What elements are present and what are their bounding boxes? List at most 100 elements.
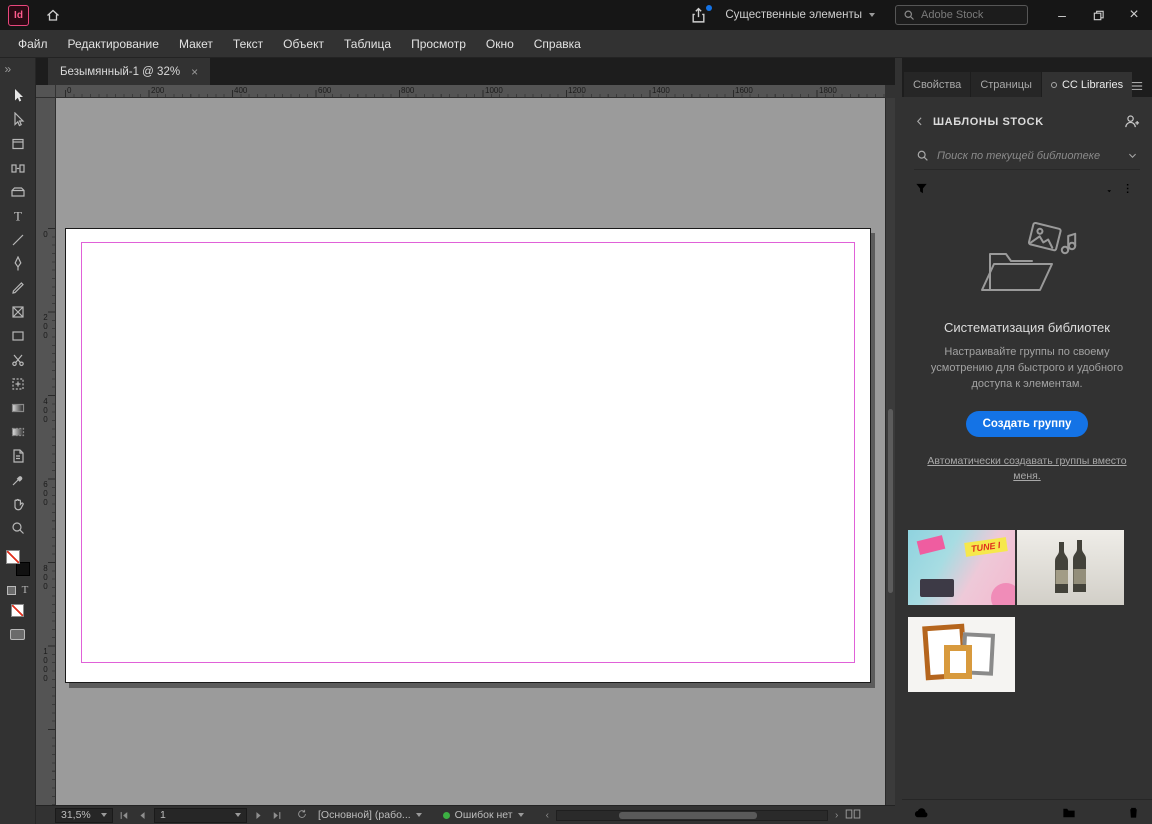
selection-tool[interactable] [0, 84, 36, 108]
menu-type[interactable]: Текст [223, 37, 273, 51]
gradient-swatch-tool[interactable] [0, 396, 36, 420]
vertical-scrollbar[interactable] [885, 98, 895, 805]
line-tool[interactable] [0, 228, 36, 252]
home-button[interactable] [45, 7, 61, 23]
cloud-sync-icon[interactable] [913, 805, 930, 820]
stock-template-thumbnail[interactable] [1017, 530, 1124, 605]
new-group-folder-icon[interactable] [1061, 805, 1077, 820]
menu-file[interactable]: Файл [8, 37, 58, 51]
scrollbar-thumb[interactable] [619, 812, 757, 819]
stock-template-thumbnail[interactable]: TUNE I [908, 530, 1015, 605]
note-tool[interactable] [0, 444, 36, 468]
preflight-ok-dot-icon [443, 812, 450, 819]
ruler-label: 1200 [568, 86, 586, 95]
vertical-ruler[interactable]: 0 200 400 600 800 1000 [36, 98, 56, 805]
list-view-icon[interactable] [1125, 181, 1140, 196]
pen-tool[interactable] [0, 252, 36, 276]
eyedropper-icon [10, 472, 26, 488]
tab-pages[interactable]: Страницы [971, 72, 1041, 97]
last-page-button[interactable] [270, 808, 283, 823]
sort-order-icon[interactable] [1098, 181, 1113, 196]
chevron-down-icon [518, 813, 524, 817]
page-number-combo[interactable]: 1 [154, 808, 247, 823]
tab-cc-libraries[interactable]: CC Libraries [1042, 72, 1132, 97]
fill-swatch[interactable] [6, 550, 20, 564]
menu-table[interactable]: Таблица [334, 37, 401, 51]
document-page[interactable] [65, 228, 871, 683]
next-page-button[interactable] [252, 808, 265, 823]
chevron-down-icon [869, 13, 875, 17]
scissors-tool[interactable] [0, 348, 36, 372]
indesign-logo-icon: Id [8, 5, 29, 26]
previous-page-button[interactable] [136, 808, 149, 823]
expand-panels-button[interactable]: » [0, 58, 36, 80]
scrollbar-thumb[interactable] [888, 409, 893, 593]
invite-person-icon[interactable] [1123, 113, 1140, 130]
stock-template-thumbnail[interactable] [908, 617, 1015, 692]
menu-edit[interactable]: Редактирование [58, 37, 169, 51]
content-collector-tool[interactable] [0, 180, 36, 204]
tab-properties[interactable]: Свойства [904, 72, 970, 97]
minimize-button[interactable]: – [1044, 0, 1080, 30]
fill-stroke-swatches[interactable] [6, 550, 30, 576]
menu-window[interactable]: Окно [476, 37, 524, 51]
pasteboard-canvas[interactable] [56, 98, 885, 805]
screen-mode-button[interactable] [10, 629, 25, 640]
zoom-tool[interactable] [0, 516, 36, 540]
ruler-label: 800 [401, 86, 414, 95]
add-element-icon[interactable] [1094, 805, 1109, 820]
menu-help[interactable]: Справка [524, 37, 591, 51]
type-tool[interactable]: T [0, 204, 36, 228]
close-button[interactable]: × [1116, 0, 1152, 30]
direct-selection-tool[interactable] [0, 108, 36, 132]
rectangle-tool[interactable] [0, 324, 36, 348]
preflight-profile-dropdown[interactable]: [Основной] (рабо... [313, 808, 427, 823]
zoom-level-combo[interactable]: 31,5% [55, 808, 113, 823]
spread-view-button[interactable] [845, 808, 861, 823]
bottles-image [1017, 530, 1124, 605]
workspace-switcher[interactable]: Существенные элементы [725, 9, 875, 21]
margin-guides [81, 242, 855, 663]
formatting-affects-text-icon[interactable]: T [22, 584, 29, 596]
back-chevron-icon[interactable] [914, 115, 926, 128]
tab-close-icon[interactable]: × [191, 65, 198, 79]
first-page-button[interactable] [118, 808, 131, 823]
library-panel-body: ШАБЛОНЫ STOCK Поиск по текущей библиотек… [902, 97, 1152, 799]
menu-object[interactable]: Объект [273, 37, 334, 51]
create-group-button[interactable]: Создать группу [966, 411, 1089, 437]
panel-divider[interactable] [895, 58, 902, 824]
hand-tool[interactable] [0, 492, 36, 516]
formatting-affects-container-icon[interactable] [7, 586, 16, 595]
horizontal-ruler[interactable]: 0 200 400 600 800 1000 1200 1400 1600 18… [56, 85, 885, 98]
menu-layout[interactable]: Макет [169, 37, 223, 51]
menu-view[interactable]: Просмотр [401, 37, 476, 51]
page-tool[interactable] [0, 132, 36, 156]
free-transform-tool[interactable] [0, 372, 36, 396]
library-search-input[interactable]: Поиск по текущей библиотеке [914, 142, 1140, 170]
restore-button[interactable] [1080, 0, 1116, 30]
scroll-left-button[interactable]: ‹ [544, 810, 551, 821]
spread-view-icon [845, 808, 861, 820]
apply-none-button[interactable] [11, 604, 24, 617]
gap-tool[interactable] [0, 156, 36, 180]
document-tab[interactable]: Безымянный-1 @ 32% × [48, 58, 210, 85]
delete-trash-icon[interactable] [1126, 805, 1141, 820]
share-button[interactable] [690, 7, 707, 24]
horizontal-scrollbar[interactable] [556, 810, 828, 821]
scroll-right-button[interactable]: › [833, 810, 840, 821]
preflight-status-dropdown[interactable]: Ошибок нет [438, 808, 529, 823]
stroke-swatch[interactable] [16, 562, 30, 576]
pencil-tool[interactable] [0, 276, 36, 300]
adobe-stock-search-input[interactable]: Adobe Stock [895, 5, 1028, 25]
panel-menu-button[interactable] [1130, 80, 1144, 92]
color-theme-tool[interactable] [0, 468, 36, 492]
auto-create-groups-link[interactable]: Автоматически создавать группы вместо ме… [920, 454, 1134, 484]
pen-icon [10, 256, 26, 272]
filter-funnel-icon[interactable] [914, 181, 929, 196]
library-header: ШАБЛОНЫ STOCK [902, 97, 1152, 138]
gradient-feather-tool[interactable] [0, 420, 36, 444]
chevron-down-icon[interactable] [1127, 150, 1138, 161]
ruler-origin-corner[interactable] [36, 85, 56, 98]
preflight-menu-button[interactable] [296, 808, 308, 823]
frame-tool[interactable] [0, 300, 36, 324]
